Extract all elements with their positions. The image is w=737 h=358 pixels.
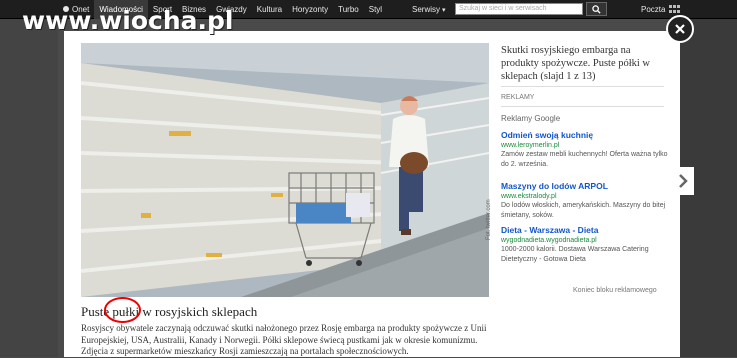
divider — [501, 86, 664, 87]
nav-item-horyzonty[interactable]: Horyzonty — [287, 0, 333, 19]
ad-description: Do lodów włoskich, amerykańskich. Maszyn… — [501, 202, 666, 219]
nav-item-styl[interactable]: Styl — [364, 0, 387, 19]
divider — [501, 106, 664, 107]
ad-description: 1000-2000 kalorii. Dostawa Warszawa Cate… — [501, 246, 649, 263]
ads-end-label: Koniec bloku reklamowego — [573, 287, 657, 294]
nav-item-kultura[interactable]: Kultura — [252, 0, 287, 19]
next-slide-button[interactable] — [671, 167, 694, 195]
ad-title[interactable]: Maszyny do lodów ARPOL — [501, 181, 671, 192]
ad-url[interactable]: wygodnadieta.wygodnadieta.pl — [501, 236, 671, 246]
apps-grid-icon[interactable] — [669, 5, 680, 14]
poczta-link[interactable]: Poczta — [641, 0, 665, 19]
photo-credit: Fot. twitter.com — [486, 199, 492, 240]
search-input[interactable]: Szukaj w sieci i w serwisach — [455, 3, 583, 15]
caption-text: Rosyjscy obywatele zaczynają odczuwać sk… — [81, 323, 487, 356]
lightbox-backdrop-left — [0, 19, 58, 357]
gallery-title: Skutki rosyjskiego embarga na produkty s… — [501, 45, 651, 82]
search-icon — [592, 4, 601, 14]
gallery-photo[interactable] — [81, 43, 489, 297]
ads-label: REKLAMY — [501, 94, 535, 101]
empty-shelves-photo — [81, 43, 489, 297]
close-icon — [675, 24, 685, 34]
nav-item-turbo[interactable]: Turbo — [333, 0, 364, 19]
chevron-right-icon — [678, 174, 688, 188]
close-button[interactable] — [666, 15, 694, 43]
ad-title[interactable]: Dieta - Warszawa - Dieta — [501, 225, 671, 236]
ad-item[interactable]: Dieta - Warszawa - Dieta wygodnadieta.wy… — [501, 225, 671, 264]
red-circle-annotation — [104, 297, 141, 323]
ad-title[interactable]: Odmień swoją kuchnię — [501, 130, 671, 141]
ad-url[interactable]: www.ekstralody.pl — [501, 192, 671, 202]
search-button[interactable] — [586, 2, 607, 16]
serwisy-dropdown[interactable]: Serwisy — [412, 0, 446, 19]
caption-title-end: w rosyjskich sklepach — [139, 304, 258, 319]
ad-item[interactable]: Maszyny do lodów ARPOL www.ekstralody.pl… — [501, 181, 671, 220]
ad-description: Zamów zestaw mebli kuchennych! Oferta wa… — [501, 151, 668, 168]
ad-item[interactable]: Odmień swoją kuchnię www.leroymerlin.pl … — [501, 130, 671, 169]
wiocha-watermark: www.wiocha.pl — [22, 6, 234, 35]
ad-url[interactable]: www.leroymerlin.pl — [501, 141, 671, 151]
google-ads-label[interactable]: Reklamy Google — [501, 114, 560, 123]
